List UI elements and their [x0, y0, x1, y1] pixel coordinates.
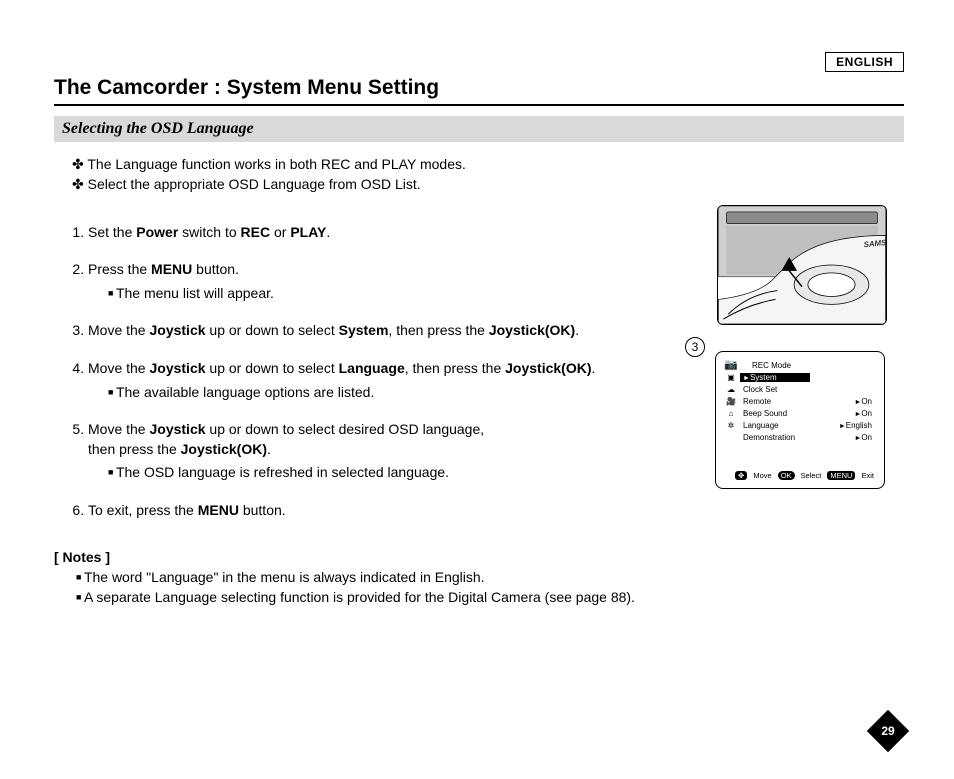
figure-3: 3 📷 REC Mode ▣►System ☁Clock Set 🎥Remote… [709, 345, 891, 495]
page-title: The Camcorder : System Menu Setting [54, 76, 904, 106]
step-4: Move the Joystick up or down to select L… [88, 359, 677, 402]
intro-list: The Language function works in both REC … [54, 154, 904, 195]
intro-item: The Language function works in both REC … [72, 154, 904, 174]
section-heading: Selecting the OSD Language [54, 116, 904, 142]
language-tag: ENGLISH [825, 52, 904, 72]
step-4-sub: The available language options are liste… [108, 383, 677, 403]
step-5-sub: The OSD language is refreshed in selecte… [108, 463, 677, 483]
menu-video-icon: 🎥 [724, 397, 738, 407]
step-2-sub: The menu list will appear. [108, 284, 677, 304]
notes-heading: [ Notes ] [54, 549, 677, 565]
menu-tape-icon: ⌂ [724, 409, 738, 419]
move-tag-icon: ✥ [735, 471, 747, 480]
note-item: The word "Language" in the menu is alway… [76, 567, 677, 587]
menu-camera-icon: ☁ [724, 385, 738, 395]
step-5: Move the Joystick up or down to select d… [88, 420, 677, 483]
steps-list: Set the Power switch to REC or PLAY. Pre… [54, 223, 677, 521]
menu-item-remote: Remote [740, 397, 810, 406]
menu-item-clockset: Clock Set [740, 385, 810, 394]
menu-hint-bar: ✥Move OKSelect MENUExit [726, 471, 874, 480]
menu-system-icon: ▣ [724, 373, 738, 383]
intro-item: Select the appropriate OSD Language from… [72, 174, 904, 194]
menu-mode-title: REC Mode [724, 360, 876, 372]
menu-item-language: Language [740, 421, 810, 430]
figure-1: 1 SAMS [717, 205, 887, 325]
ok-tag-icon: OK [778, 471, 795, 480]
notes-list: The word "Language" in the menu is alway… [54, 567, 677, 608]
camcorder-illustration-icon: SAMS [718, 206, 886, 324]
step-3: Move the Joystick up or down to select S… [88, 321, 677, 341]
menu-item-demo: Demonstration [740, 433, 810, 442]
note-item: A separate Language selecting function i… [76, 587, 677, 607]
menu-tag-icon: MENU [827, 471, 855, 480]
figure-3-badge: 3 [685, 337, 705, 357]
step-6: To exit, press the MENU button. [88, 501, 677, 521]
page-number: 29 [872, 715, 904, 747]
step-2: Press the MENU button. The menu list wil… [88, 260, 677, 303]
menu-item-beep: Beep Sound [740, 409, 810, 418]
menu-item-system: ►System [740, 373, 810, 382]
step-1: Set the Power switch to REC or PLAY. [88, 223, 677, 243]
menu-gear-icon: ✲ [724, 421, 738, 431]
